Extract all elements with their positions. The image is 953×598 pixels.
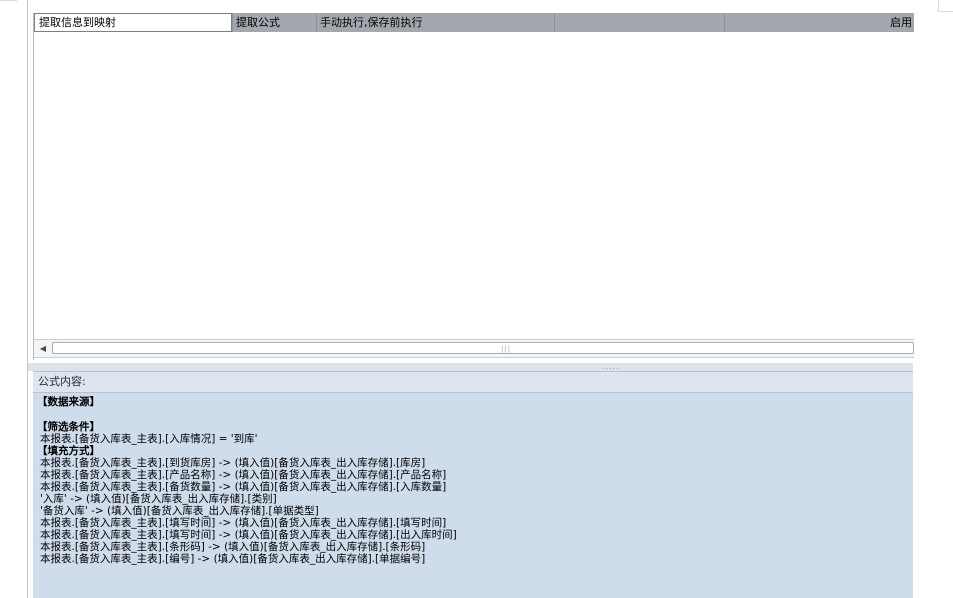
corner-panel-edge <box>938 0 953 12</box>
formula-panel-title: 公式内容: <box>38 375 86 388</box>
formula-line: 本报表.[备货入库表_主表].[入库情况] = '到库' <box>40 433 258 445</box>
formula-line: '入库' -> (填入值)[备货入库表_出入库存储].[类别] <box>40 493 277 505</box>
formula-line: 本报表.[备货入库表_主表].[编号] -> (填入值)[备货入库表_出入库存储… <box>40 553 426 565</box>
formula-line: 本报表.[备货入库表_主表].[填写时间] -> (填入值)[备货入库表_出入库… <box>40 517 447 529</box>
formula-line: 本报表.[备货入库表_主表].[产品名称] -> (填入值)[备货入库表_出入库… <box>40 469 447 481</box>
formula-line: 本报表.[备货入库表_主表].[到货库房] -> (填入值)[备货入库表_出入库… <box>40 457 426 469</box>
left-frame-border <box>27 0 28 598</box>
column-header-blank-2[interactable] <box>724 13 874 32</box>
column-header-execution-mode[interactable]: 手动执行,保存前执行 <box>316 13 554 32</box>
splitter-grip: ..... <box>602 362 620 371</box>
formula-section-fill: 【填充方式】 <box>37 445 100 457</box>
column-header-blank-1[interactable] <box>554 13 724 32</box>
formula-line: 本报表.[备货入库表_主表].[备货数量] -> (填入值)[备货入库表_出入库… <box>40 481 447 493</box>
rules-grid[interactable]: 提取信息到映射 提取公式 手动执行,保存前执行 启用 ◀ ||| <box>33 13 914 360</box>
formula-section-filter: 【筛选条件】 <box>37 421 100 433</box>
formula-section-source: 【数据来源】 <box>37 396 100 408</box>
scroll-thumb-grip: ||| <box>501 345 512 353</box>
scroll-thumb[interactable]: ||| <box>52 342 914 354</box>
column-header-extract-formula[interactable]: 提取公式 <box>232 13 316 32</box>
horizontal-scrollbar[interactable]: ◀ ||| <box>34 339 914 358</box>
top-border <box>0 0 17 1</box>
scroll-left-arrow-icon[interactable]: ◀ <box>36 340 50 357</box>
formula-line: 本报表.[备货入库表_主表].[条形码] -> (填入值)[备货入库表_出入库存… <box>40 541 426 553</box>
formula-content[interactable]: 【数据来源】 【筛选条件】 本报表.[备货入库表_主表].[入库情况] = '到… <box>33 393 913 598</box>
column-header-enabled[interactable]: 启用 <box>874 13 914 32</box>
formula-line: 本报表.[备货入库表_主表].[填写时间] -> (填入值)[备货入库表_出入库… <box>40 529 457 541</box>
grid-header-row: 提取信息到映射 提取公式 手动执行,保存前执行 启用 <box>34 13 914 32</box>
formula-panel-header: 公式内容: <box>33 371 913 393</box>
formula-line: '备货入库' -> (填入值)[备货入库表_出入库存储].[单据类型] <box>40 505 319 517</box>
panel-splitter[interactable]: ..... <box>28 363 913 371</box>
column-header-extract-to-map[interactable]: 提取信息到映射 <box>34 13 232 32</box>
